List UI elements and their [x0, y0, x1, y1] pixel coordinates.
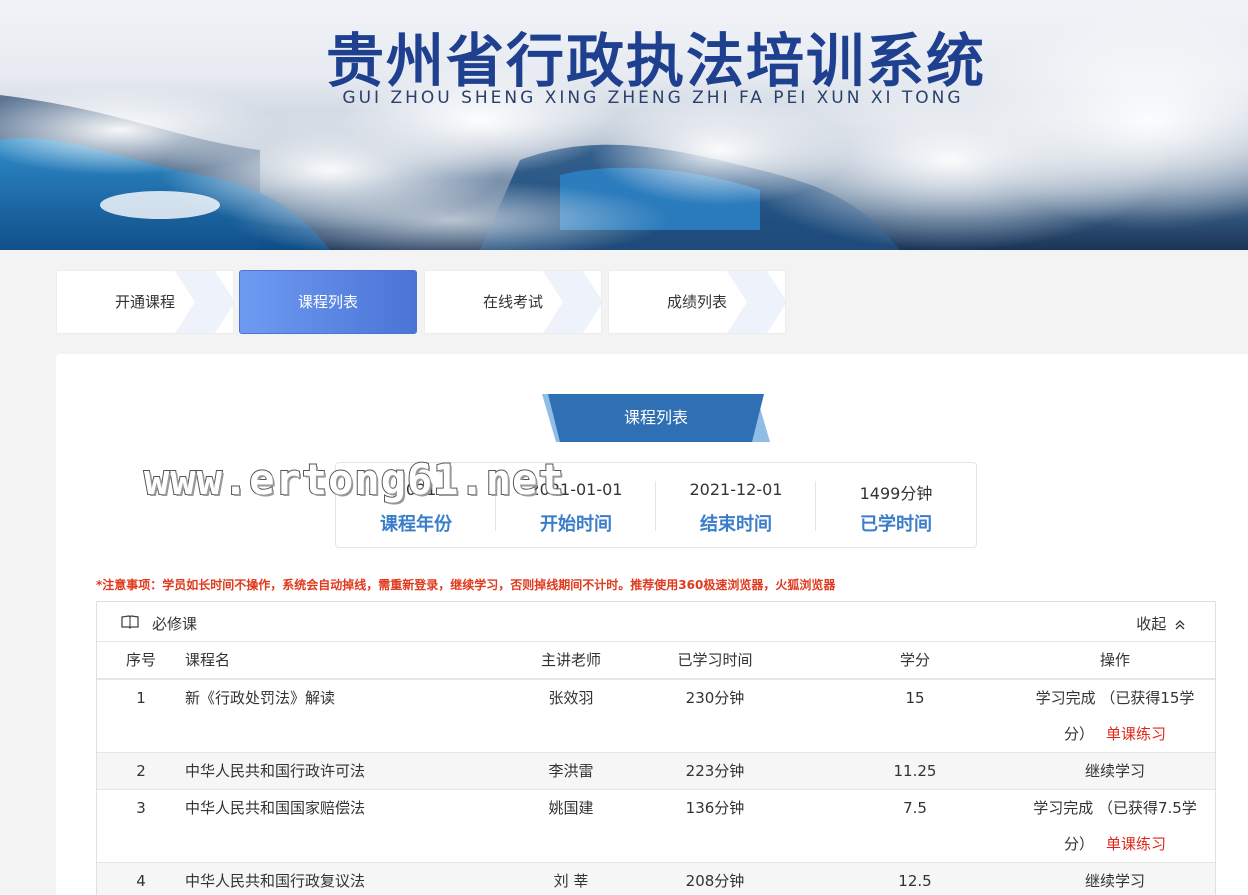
stat-label: 已学时间	[860, 514, 932, 535]
continue-study-link[interactable]: 继续学习	[1015, 863, 1215, 895]
cell-credit: 7.5	[903, 799, 927, 817]
banner-title: 贵州省行政执法培训系统	[325, 27, 986, 95]
table-row: 4 中华人民共和国行政复议法 刘 莘 208分钟 12.5 继续学习	[97, 863, 1215, 895]
cell-course-name: 中华人民共和国国家赔偿法	[185, 799, 366, 817]
column-header-teacher: 主讲老师	[540, 651, 601, 669]
tab-label: 成绩列表	[666, 293, 727, 311]
banner-subtitle: GUI ZHOU SHENG XING ZHENG ZHI FA PEI XUN…	[342, 88, 964, 108]
tab-online-exam[interactable]: 在线考试	[424, 270, 602, 334]
table-column-headers: 序号 课程名 主讲老师 已学习时间 学分 操作	[97, 642, 1215, 680]
tab-label: 课程列表	[297, 293, 358, 311]
collapse-button[interactable]: 收起	[1136, 613, 1185, 634]
cell-credit: 12.5	[898, 872, 932, 890]
stat-studied-time: 1499分钟 已学时间	[816, 463, 976, 549]
column-header-credit: 学分	[899, 651, 930, 669]
table-row: 2 中华人民共和国行政许可法 李洪雷 223分钟 11.25 继续学习	[97, 753, 1215, 790]
cell-operation: 继续学习	[1015, 863, 1215, 895]
cell-course-name: 中华人民共和国行政复议法	[185, 872, 366, 890]
book-icon	[121, 615, 139, 629]
completion-status-cont: 分） 单课练习	[1015, 716, 1215, 752]
stat-value: 2021-12-01	[689, 480, 783, 499]
collapse-label: 收起	[1136, 615, 1167, 633]
table-row: 1 新《行政处罚法》解读 张效羽 230分钟 15 学习完成 （已获得15学 分…	[97, 680, 1215, 753]
stat-label: 结束时间	[700, 514, 772, 535]
cell-no: 3	[136, 799, 146, 817]
chevron-right-icon	[175, 271, 233, 333]
column-header-time: 已学习时间	[677, 651, 753, 669]
cell-no: 1	[136, 689, 146, 707]
cell-teacher: 姚国建	[548, 799, 594, 817]
single-practice-link[interactable]: 单课练习	[1106, 725, 1166, 743]
cell-no: 4	[136, 872, 146, 890]
chevron-right-icon	[727, 271, 785, 333]
tab-open-course[interactable]: 开通课程	[56, 270, 234, 334]
cell-teacher: 李洪雷	[548, 762, 594, 780]
required-course-table: 必修课 收起 序号 课程名 主讲老师 已学习时间 学分 操作 1 新《行政处罚法…	[96, 601, 1216, 895]
single-practice-link[interactable]: 单课练习	[1106, 835, 1166, 853]
stat-label: 课程年份	[380, 514, 452, 535]
continue-study-link[interactable]: 继续学习	[1015, 753, 1215, 789]
completion-status-cont: 分） 单课练习	[1015, 826, 1215, 862]
tab-label: 在线考试	[482, 293, 543, 311]
completion-status: 学习完成 （已获得7.5学	[1033, 799, 1197, 817]
cell-course-name: 新《行政处罚法》解读	[185, 689, 336, 707]
cell-credit: 15	[905, 689, 925, 707]
watermark-text: www.ertong61.net	[143, 454, 565, 505]
stat-label: 开始时间	[540, 514, 612, 535]
completion-status: 学习完成 （已获得15学	[1035, 689, 1195, 707]
stat-value: 1499分钟	[859, 484, 933, 503]
column-header-no: 序号	[125, 651, 156, 669]
cell-time: 230分钟	[685, 689, 745, 707]
cell-course-name: 中华人民共和国行政许可法	[185, 762, 366, 780]
cell-operation: 学习完成 （已获得15学 分） 单课练习	[1015, 680, 1215, 752]
table-row: 3 中华人民共和国国家赔偿法 姚国建 136分钟 7.5 学习完成 （已获得7.…	[97, 790, 1215, 863]
cell-teacher: 刘 莘	[553, 872, 589, 890]
chevron-right-icon	[543, 271, 601, 333]
completion-status-tail: 分）	[1063, 725, 1094, 743]
column-header-name: 课程名	[185, 651, 231, 669]
cell-time: 223分钟	[685, 762, 745, 780]
cell-time: 208分钟	[685, 872, 745, 890]
chevron-double-up-icon	[1175, 619, 1185, 629]
column-header-op: 操作	[1099, 651, 1130, 669]
cell-credit: 11.25	[893, 762, 937, 780]
tab-score-list[interactable]: 成绩列表	[608, 270, 786, 334]
cell-time: 136分钟	[685, 799, 745, 817]
nav-tabs: 开通课程 课程列表 在线考试 成绩列表	[56, 270, 791, 334]
tab-label: 开通课程	[114, 293, 175, 311]
cell-teacher: 张效羽	[548, 689, 594, 707]
header-banner: 贵州省行政执法培训系统 GUI ZHOU SHENG XING ZHENG ZH…	[0, 0, 1248, 250]
notice-text: *注意事项：学员如长时间不操作，系统会自动掉线，需重新登录，继续学习，否则掉线期…	[96, 578, 836, 592]
table-header-bar: 必修课 收起	[97, 602, 1215, 642]
completion-status-tail: 分）	[1063, 835, 1094, 853]
tab-course-list[interactable]: 课程列表	[239, 270, 417, 334]
cell-no: 2	[136, 762, 146, 780]
cell-operation: 继续学习	[1015, 753, 1215, 789]
main-panel: 课程列表 2021 课程年份 2021-01-01 开始时间 2021-12-0…	[56, 354, 1248, 895]
section-title-ribbon: 课程列表	[542, 394, 770, 442]
table-title: 必修课	[152, 615, 198, 633]
stat-end-time: 2021-12-01 结束时间	[656, 463, 816, 549]
section-title: 课程列表	[623, 408, 688, 427]
cell-operation: 学习完成 （已获得7.5学 分） 单课练习	[1015, 790, 1215, 862]
